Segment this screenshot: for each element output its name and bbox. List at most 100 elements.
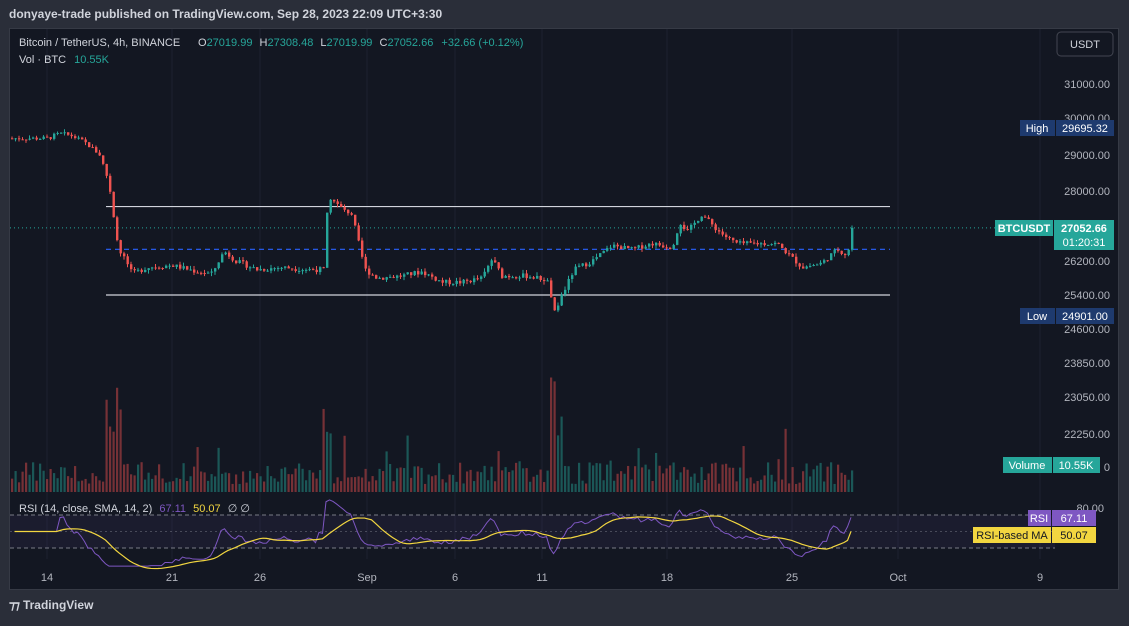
- candle-body: [732, 237, 735, 241]
- volume-bar: [151, 478, 154, 492]
- y-tick-label: 23050.00: [1064, 392, 1110, 404]
- candle-body: [196, 272, 199, 274]
- volume-bar: [518, 461, 521, 492]
- candle-body: [798, 263, 801, 267]
- volume-bar: [42, 470, 45, 492]
- candle-body: [837, 249, 840, 251]
- rsi-label-value: 67.11: [1061, 513, 1088, 525]
- candle-body: [553, 297, 556, 311]
- volume-bar: [571, 483, 574, 492]
- volume-bar: [634, 466, 637, 492]
- candle-body: [742, 241, 745, 244]
- candle-body: [522, 273, 525, 278]
- volume-label: Volume 10.55K: [1003, 457, 1100, 473]
- volume-bar: [49, 469, 52, 492]
- volume-bar: [427, 474, 430, 492]
- volume-bar: [431, 476, 434, 492]
- volume-bar: [697, 482, 700, 492]
- candle-body: [172, 265, 175, 267]
- y-tick-label: 23850.00: [1064, 358, 1110, 370]
- volume-bar: [263, 481, 266, 492]
- x-tick-label: Oct: [889, 572, 906, 584]
- volume-bar: [438, 463, 441, 492]
- candle-body: [847, 249, 850, 256]
- volume-bar: [133, 475, 136, 492]
- rsi-header-value: 67.11: [159, 503, 186, 515]
- candle-body: [375, 275, 378, 279]
- volume-bar: [851, 470, 854, 492]
- candle-body: [812, 264, 815, 266]
- high-label-value: 29695.32: [1062, 123, 1108, 135]
- volume-bar: [364, 468, 367, 492]
- volume-bar: [588, 462, 591, 492]
- chart-canvas[interactable]: Bitcoin / TetherUS, 4h, BINANCE O27019.9…: [10, 29, 1118, 589]
- candle-body: [382, 277, 385, 280]
- candle-body: [515, 277, 518, 279]
- candle-body: [403, 274, 406, 277]
- volume-bar: [644, 464, 647, 492]
- candle-body: [298, 270, 301, 272]
- candle-body: [105, 163, 108, 176]
- volume-bar: [77, 481, 80, 492]
- volume-bar: [476, 471, 479, 492]
- volume-bar: [760, 479, 763, 492]
- candle-body: [546, 280, 549, 282]
- candle-body: [147, 268, 150, 270]
- candle-body: [644, 246, 647, 249]
- ohlc-open-value: 27019.99: [207, 37, 253, 49]
- candle-body: [420, 271, 423, 275]
- candle-body: [70, 134, 73, 137]
- volume-bar: [273, 478, 276, 492]
- candle-body: [476, 278, 479, 280]
- candle-body: [679, 224, 682, 234]
- candle-body: [389, 276, 392, 278]
- candle-body: [616, 244, 619, 247]
- candle-body: [186, 266, 189, 270]
- volume-bar: [679, 472, 682, 492]
- tradingview-logo[interactable]: ⁊⁊ TradingView: [9, 598, 93, 612]
- volume-bar: [581, 480, 584, 492]
- volume-bar: [805, 463, 808, 492]
- candle-body: [396, 275, 399, 278]
- candle-body: [438, 280, 441, 282]
- candle-body: [252, 267, 255, 269]
- candle-body: [630, 247, 633, 249]
- volume-bar: [560, 416, 563, 492]
- y-tick-label: 24600.00: [1064, 324, 1110, 336]
- candle-body: [508, 275, 511, 278]
- candle-body: [112, 191, 115, 218]
- volume-bar: [823, 481, 826, 492]
- volume-bar: [728, 467, 731, 492]
- currency-button-label[interactable]: USDT: [1070, 39, 1100, 51]
- volume-bar: [193, 466, 196, 492]
- candle-body: [410, 272, 413, 276]
- volume-bar: [98, 480, 101, 492]
- candle-body: [427, 274, 430, 276]
- candle-body: [473, 278, 476, 283]
- volume-bar: [809, 476, 812, 492]
- time-axis[interactable]: 14 21 26 Sep 6 11 18 25 Oct 9: [41, 572, 1043, 584]
- volume-bar: [413, 466, 416, 492]
- rsi-ma-label-value: 50.07: [1060, 530, 1088, 542]
- x-tick-label: 11: [536, 572, 547, 584]
- volume-bar: [469, 469, 472, 492]
- volume-bar: [641, 467, 644, 492]
- volume-bar: [74, 466, 77, 492]
- chart-frame[interactable]: Bitcoin / TetherUS, 4h, BINANCE O27019.9…: [9, 28, 1119, 590]
- candle-body: [788, 253, 791, 255]
- candle-body: [833, 249, 836, 254]
- ohlc-readout: O27019.99 H27308.48 L27019.99 C27052.66 …: [198, 37, 523, 49]
- price-axis[interactable]: 31000.00 30000.00 29000.00 28000.00 2620…: [1064, 79, 1110, 515]
- volume-bar: [557, 435, 560, 492]
- candle-body: [791, 253, 794, 257]
- candle-body: [455, 280, 458, 284]
- candle-body: [109, 175, 112, 192]
- candle-body: [434, 276, 437, 281]
- volume-bar: [536, 474, 539, 492]
- candle-body: [392, 276, 395, 278]
- currency-button[interactable]: USDT: [1056, 31, 1114, 57]
- volume-bar: [378, 468, 381, 492]
- candle-body: [273, 268, 276, 270]
- candle-body: [98, 152, 101, 156]
- volume-bar: [651, 481, 654, 492]
